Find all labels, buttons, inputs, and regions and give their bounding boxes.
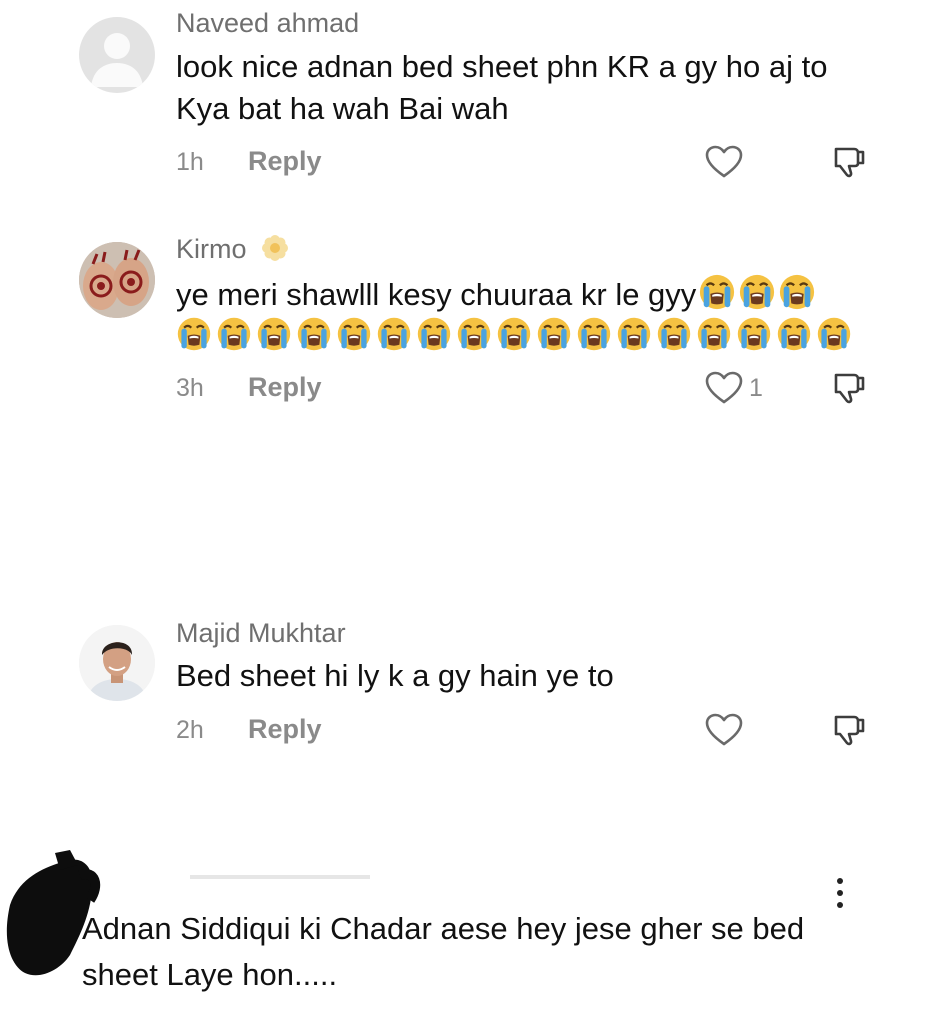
loudly-crying-face-emoji [257,317,291,351]
loudly-crying-face-emoji [497,317,531,351]
loudly-crying-face-emoji [697,317,731,351]
loudly-crying-face-emoji [657,317,691,351]
loudly-crying-face-emoji [737,317,771,351]
redacted-username-bar [190,875,370,879]
loudly-crying-face-emoji [617,317,651,351]
comment-text: Adnan Siddiqui ki Chadar aese hey jese g… [82,906,842,998]
comment-text: look nice adnan bed sheet phn KR a gy ho… [176,46,876,130]
profile-photo [79,625,155,701]
heart-outline-icon[interactable] [705,713,743,747]
comment-text-line: ye meri shawlll kesy chuuraa kr le gyy [176,277,697,312]
reply-button[interactable]: Reply [248,372,322,403]
comment-text: Bed sheet hi ly k a gy hain ye to [176,658,614,693]
comment-text-line: Kya bat ha wah Bai wah [176,91,509,126]
comment-timestamp: 1h [176,148,204,176]
loudly-crying-face-emoji [337,317,371,351]
person-placeholder-icon [91,33,143,87]
comment-username[interactable]: Majid Mukhtar [176,618,346,649]
comment-text-line: sheet Laye hon..... [82,957,338,992]
loudly-crying-face-emoji [777,317,811,351]
comment-username-text[interactable]: Kirmo [176,234,247,264]
comment-item-redacted: Adnan Siddiqui ki Chadar aese hey jese g… [0,840,945,1024]
avatar-majid[interactable] [79,625,155,701]
comment-timestamp: 3h [176,374,204,402]
loudly-crying-face-emoji [377,317,411,351]
emoji-row [176,316,852,352]
heart-outline-icon[interactable] [705,145,743,179]
avatar-kirmo[interactable] [79,242,155,318]
comment-timestamp: 2h [176,716,204,744]
emoji-group-inline [696,274,816,312]
thumbs-down-icon[interactable] [832,144,868,180]
more-vertical-icon[interactable] [834,876,846,910]
comment-item-kirmo: Kirmo ye meri shawlll kesy chuuraa kr le… [0,220,945,430]
loudly-crying-face-emoji [700,274,735,310]
reply-button[interactable]: Reply [248,146,322,177]
thumbs-down-icon[interactable] [832,370,868,406]
loudly-crying-face-emoji [537,317,571,351]
comment-username[interactable]: Naveed ahmad [176,8,359,39]
loudly-crying-face-emoji [177,317,211,351]
henna-hands-photo [79,242,155,318]
loudly-crying-face-emoji [780,274,815,310]
like-count: 1 [749,374,763,402]
avatar-default[interactable] [79,17,155,93]
comment-text-line: Adnan Siddiqui ki Chadar aese hey jese g… [82,911,805,946]
comment-text-line: look nice adnan bed sheet phn KR a gy ho… [176,49,828,84]
thumbs-down-icon[interactable] [832,712,868,748]
comment-item-naveed: Naveed ahmad look nice adnan bed sheet p… [0,0,945,200]
reply-button[interactable]: Reply [248,714,322,745]
flower-badge-icon [262,235,289,261]
loudly-crying-face-emoji [217,317,251,351]
comment-text: ye meri shawlll kesy chuuraa kr le gyy [176,273,896,316]
comment-item-majid: Majid Mukhtar Bed sheet hi ly k a gy hai… [0,610,945,760]
loudly-crying-face-emoji [297,317,331,351]
loudly-crying-face-emoji [740,274,775,310]
loudly-crying-face-emoji [457,317,491,351]
loudly-crying-face-emoji [577,317,611,351]
comment-username: Kirmo [176,233,290,265]
loudly-crying-face-emoji [817,317,851,351]
heart-outline-icon[interactable] [705,371,743,405]
loudly-crying-face-emoji [417,317,451,351]
